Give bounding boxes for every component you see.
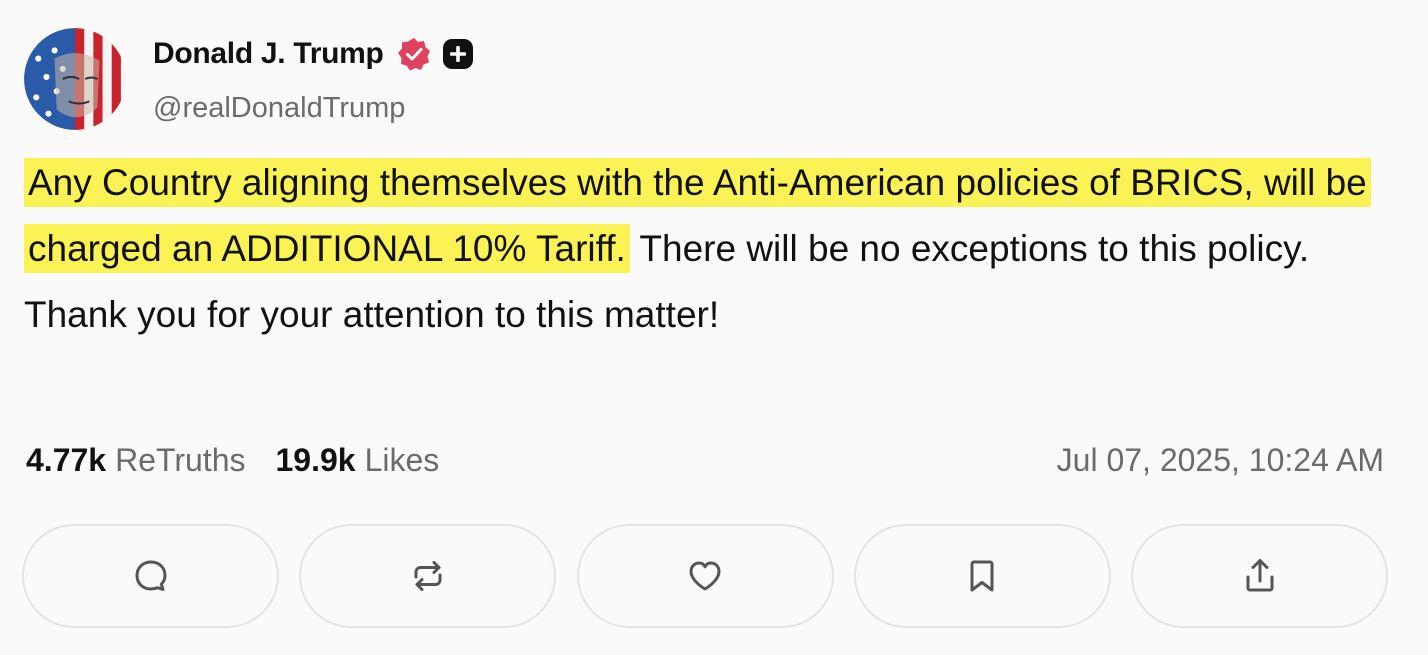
reply-button[interactable] [22,524,279,628]
author-name-row: Donald J. Trump [153,36,474,72]
post-stats: 4.77k ReTruths 19.9k Likes Jul 07, 2025,… [26,442,1384,479]
author-avatar[interactable] [24,28,126,130]
likes-label[interactable]: Likes [365,442,440,479]
bookmark-icon [970,560,994,592]
retruths-label[interactable]: ReTruths [115,442,245,479]
bookmark-button[interactable] [853,524,1111,628]
retruth-button[interactable] [299,524,557,628]
verified-badge-icon [396,36,432,72]
action-bar [22,524,1388,628]
flag-portrait-avatar [24,28,126,130]
post-timestamp[interactable]: Jul 07, 2025, 10:24 AM [1057,442,1384,479]
post-body: Any Country aligning themselves with the… [24,150,1414,348]
truth-plus-icon [442,38,474,70]
like-button[interactable] [576,524,834,628]
author-display-name[interactable]: Donald J. Trump [153,37,384,71]
reply-bubble-icon [135,560,166,591]
share-upload-icon [1246,559,1273,592]
truth-post-card: Donald J. Trump @realDonaldTrump Any Cou… [0,0,1428,655]
share-button[interactable] [1131,524,1388,628]
author-handle[interactable]: @realDonaldTrump [153,92,405,125]
heart-icon [689,561,721,591]
retruth-arrows-icon [414,561,442,591]
retruths-count[interactable]: 4.77k [26,442,106,479]
likes-count[interactable]: 19.9k [275,442,355,479]
